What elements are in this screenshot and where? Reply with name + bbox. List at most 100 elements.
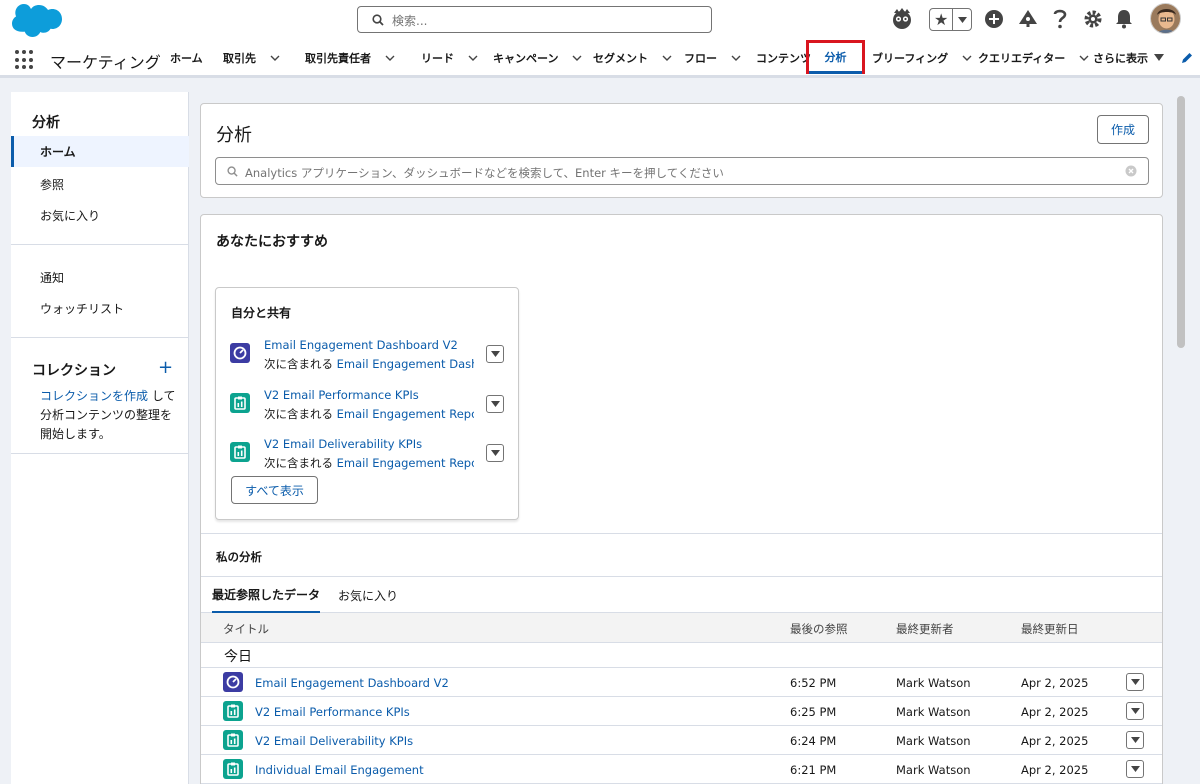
sidebar-item-watchlist[interactable]: ウォッチリスト [11, 293, 189, 324]
nav-item-home[interactable]: ホーム [170, 40, 203, 76]
sidebar-item-home[interactable]: ホーム [11, 136, 189, 167]
table-row: Email Engagement Dashboard V2 6:52 PM Ma… [201, 668, 1162, 697]
create-collection-link[interactable]: コレクションを作成 [40, 389, 148, 403]
analytics-title-card: 分析 作成 Analytics アプリケーション、ダッシュボードなどを検索して、… [200, 103, 1163, 198]
search-icon [372, 14, 384, 26]
nav-item-leads[interactable]: リード [421, 40, 478, 76]
row-menu-button[interactable] [1126, 731, 1144, 749]
column-header-last-viewed[interactable]: 最後の参照 [790, 621, 848, 637]
row-last-modified-date: Apr 2, 2025 [1021, 705, 1089, 719]
table-row: V2 Email Performance KPIs 6:25 PM Mark W… [201, 697, 1162, 726]
nav-item-flows[interactable]: フロー [684, 40, 741, 76]
row-last-modified-date: Apr 2, 2025 [1021, 763, 1089, 777]
chevron-down-icon[interactable] [1079, 55, 1089, 61]
app-name: マーケティング [50, 53, 161, 72]
app-launcher-icon[interactable] [15, 50, 35, 70]
item-menu-button[interactable] [486, 395, 504, 413]
shared-item-container-link[interactable]: Email Engagement Repo... [337, 407, 474, 421]
shared-item-title[interactable]: Email Engagement Dashboard V2 [264, 338, 458, 352]
row-title-link[interactable]: V2 Email Deliverability KPIs [255, 734, 413, 748]
help-icon[interactable] [1053, 8, 1067, 30]
row-menu-button[interactable] [1126, 702, 1144, 720]
shared-item-container-link[interactable]: Email Engagement Dash... [337, 357, 474, 371]
nav-item-accounts[interactable]: 取引先 [223, 40, 280, 76]
star-icon[interactable]: ★ [930, 9, 954, 30]
analytics-search-input[interactable]: Analytics アプリケーション、ダッシュボードなどを検索して、Enter … [215, 157, 1149, 185]
nav-item-more[interactable]: さらに表示 [1093, 40, 1148, 76]
scrollbar-thumb[interactable] [1177, 96, 1185, 348]
salesforce-cloud-logo[interactable] [10, 3, 62, 39]
caret-down-icon [490, 351, 500, 357]
caret-down-icon [490, 450, 500, 456]
nav-item-content[interactable]: コンテンツ [756, 40, 811, 76]
chevron-down-icon[interactable] [468, 55, 478, 61]
favorites-button-group[interactable]: ★ [929, 8, 972, 31]
sidebar-item-browse[interactable]: 参照 [11, 169, 189, 200]
chevron-down-icon[interactable] [270, 55, 280, 61]
row-title-link[interactable]: Email Engagement Dashboard V2 [255, 676, 449, 690]
item-menu-button[interactable] [486, 444, 504, 462]
shared-item-container-link[interactable]: Email Engagement Repo... [337, 456, 474, 470]
row-last-modified-date: Apr 2, 2025 [1021, 676, 1089, 690]
edit-pencil-icon[interactable] [1181, 52, 1193, 64]
clear-icon[interactable] [1125, 165, 1137, 177]
einstein-icon[interactable] [890, 7, 914, 31]
shared-item-title[interactable]: V2 Email Performance KPIs [264, 388, 419, 402]
row-menu-button[interactable] [1126, 673, 1144, 691]
report-icon [223, 730, 243, 750]
table-row: V2 Email Deliverability KPIs 6:24 PM Mar… [201, 726, 1162, 755]
nav-item-analytics[interactable]: 分析 [806, 40, 865, 74]
row-last-modified-by: Mark Watson [896, 763, 971, 777]
tab-recent[interactable]: 最近参照したデータ [212, 577, 321, 613]
analytics-sidebar: 分析 ホーム 参照 お気に入り 通知 ウォッチリスト コレクション + コレクシ… [11, 92, 189, 784]
shared-card-title: 自分と共有 [231, 306, 292, 320]
tab-favorites[interactable]: お気に入り [338, 577, 398, 613]
collections-help-text: コレクションを作成 して 分析コンテンツの整理を 開始します。 [40, 389, 176, 441]
global-search-input[interactable]: 検索... [357, 6, 712, 33]
chevron-down-icon[interactable] [962, 55, 972, 61]
shared-item-title[interactable]: V2 Email Deliverability KPIs [264, 437, 422, 451]
chevron-down-icon[interactable] [662, 55, 672, 61]
my-analytics-header: 私の分析 [201, 533, 1162, 577]
analytics-search-placeholder: Analytics アプリケーション、ダッシュボードなどを検索して、Enter … [245, 166, 724, 180]
column-header-last-modified-date[interactable]: 最終更新日 [1021, 621, 1079, 637]
nav-item-campaigns[interactable]: キャンペーン [493, 40, 582, 76]
row-last-viewed: 6:24 PM [790, 734, 837, 748]
setup-gear-icon[interactable] [1083, 9, 1103, 29]
report-icon [230, 393, 250, 413]
avatar[interactable] [1150, 3, 1181, 34]
sidebar-divider [11, 337, 189, 338]
create-button[interactable]: 作成 [1097, 115, 1149, 144]
add-icon[interactable] [984, 9, 1004, 29]
chevron-down-icon[interactable] [731, 55, 741, 61]
sidebar-item-notifications[interactable]: 通知 [11, 262, 189, 293]
app-nav-bar: マーケティング ホーム 取引先 取引先責任者 リード キャンペーン セグメント … [0, 40, 1200, 78]
row-last-viewed: 6:21 PM [790, 763, 837, 777]
row-title-link[interactable]: V2 Email Performance KPIs [255, 705, 410, 719]
sidebar-item-favorites[interactable]: お気に入り [11, 200, 189, 231]
shared-with-me-card: 自分と共有 Email Engagement Dashboard V2 次に含ま… [215, 287, 519, 520]
caret-down-icon [1130, 708, 1140, 714]
caret-down-icon [1130, 766, 1140, 772]
column-header-title[interactable]: タイトル [223, 621, 269, 637]
recommended-title: あなたにおすすめ [216, 234, 328, 250]
nav-item-briefings[interactable]: ブリーフィング [872, 40, 972, 76]
nav-item-contacts[interactable]: 取引先責任者 [305, 40, 395, 76]
show-all-button[interactable]: すべて表示 [231, 476, 318, 504]
chevron-down-icon[interactable] [385, 55, 395, 61]
nav-item-segments[interactable]: セグメント [593, 40, 672, 76]
column-header-last-modified-by[interactable]: 最終更新者 [896, 621, 954, 637]
chevron-down-icon[interactable] [953, 9, 971, 30]
nav-item-query-editor[interactable]: クエリエディター [978, 40, 1089, 76]
caret-down-icon[interactable] [1154, 54, 1164, 61]
row-title-link[interactable]: Individual Email Engagement [255, 763, 424, 777]
row-menu-button[interactable] [1126, 760, 1144, 778]
chevron-down-icon[interactable] [572, 55, 582, 61]
trailhead-icon[interactable] [1018, 9, 1038, 29]
list-item: Email Engagement Dashboard V2 次に含まれる Ema… [230, 338, 510, 378]
row-last-viewed: 6:52 PM [790, 676, 837, 690]
notification-bell-icon[interactable] [1115, 9, 1133, 29]
add-collection-icon[interactable]: + [158, 359, 173, 377]
sidebar-divider [11, 453, 189, 454]
item-menu-button[interactable] [486, 345, 504, 363]
